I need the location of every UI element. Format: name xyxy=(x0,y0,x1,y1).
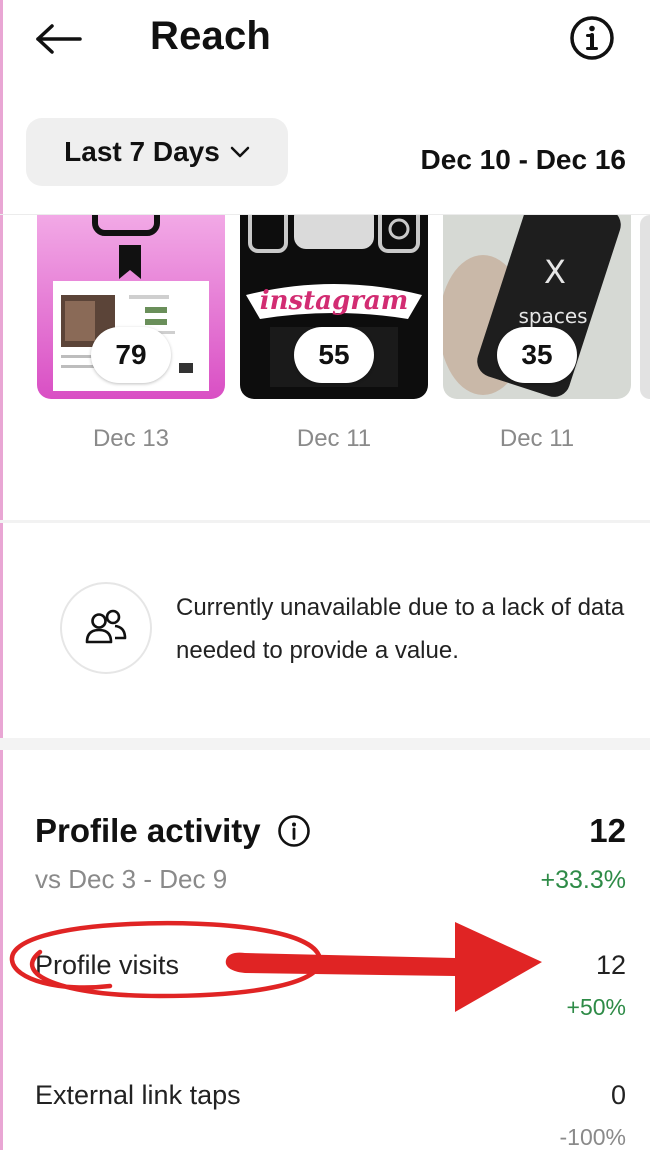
x-logo-icon: X xyxy=(544,253,566,291)
chevron-down-icon xyxy=(230,146,250,158)
reach-count: 35 xyxy=(497,327,577,383)
content-thumbnail-2[interactable]: instagram 55 xyxy=(240,215,428,399)
notice-icon-circle xyxy=(60,582,152,674)
thumbnail-caption: spaces xyxy=(518,304,587,328)
info-circle-icon[interactable] xyxy=(277,814,311,848)
content-thumbnail-3[interactable]: X spaces 35 xyxy=(443,215,631,399)
content-date: Dec 11 xyxy=(296,425,372,452)
date-range-dropdown[interactable]: Last 7 Days xyxy=(26,118,288,186)
left-edge-border xyxy=(0,0,3,1150)
thumbnail-caption: instagram xyxy=(260,286,409,316)
metric-label-profile-visits: Profile visits xyxy=(35,950,180,980)
page-title: Reach xyxy=(150,14,272,58)
date-range-text: Dec 10 - Dec 16 xyxy=(420,144,626,175)
content-date: Dec 13 xyxy=(92,425,170,452)
metric-change-external-link-taps: -100% xyxy=(559,1124,626,1150)
content-thumbnail-partial[interactable] xyxy=(640,215,650,399)
arrow-left-icon xyxy=(36,24,82,54)
content-thumbnail-1[interactable]: 79 xyxy=(37,215,225,399)
back-button[interactable] xyxy=(30,14,86,64)
metric-value-external-link-taps: 0 xyxy=(610,1080,626,1110)
notice-text: Currently unavailable due to a lack of d… xyxy=(176,594,625,664)
section-divider xyxy=(0,520,650,523)
metric-label-external-link-taps: External link taps xyxy=(35,1080,241,1110)
profile-activity-total: 12 xyxy=(589,812,626,849)
top-content-carousel[interactable]: 79 instagram 55 X spaces 35 Dec 13 Dec 1… xyxy=(0,215,650,465)
profile-activity-title: Profile activity xyxy=(35,812,261,849)
comparison-period: vs Dec 3 - Dec 9 xyxy=(35,864,228,894)
profile-activity-change: +33.3% xyxy=(540,866,627,894)
metric-value-profile-visits: 12 xyxy=(595,950,626,980)
annotation-arrow-icon xyxy=(225,922,543,1012)
people-icon xyxy=(85,609,127,644)
content-date: Dec 11 xyxy=(499,425,575,452)
section-divider xyxy=(0,738,650,750)
header: Reach xyxy=(0,0,650,80)
reach-count: 55 xyxy=(294,327,374,383)
profile-activity-header: Profile activity xyxy=(35,812,311,850)
date-range-dropdown-label: Last 7 Days xyxy=(64,136,220,167)
info-circle-icon[interactable] xyxy=(568,14,616,62)
metric-change-profile-visits: +50% xyxy=(566,994,626,1020)
reach-count: 79 xyxy=(91,327,171,383)
